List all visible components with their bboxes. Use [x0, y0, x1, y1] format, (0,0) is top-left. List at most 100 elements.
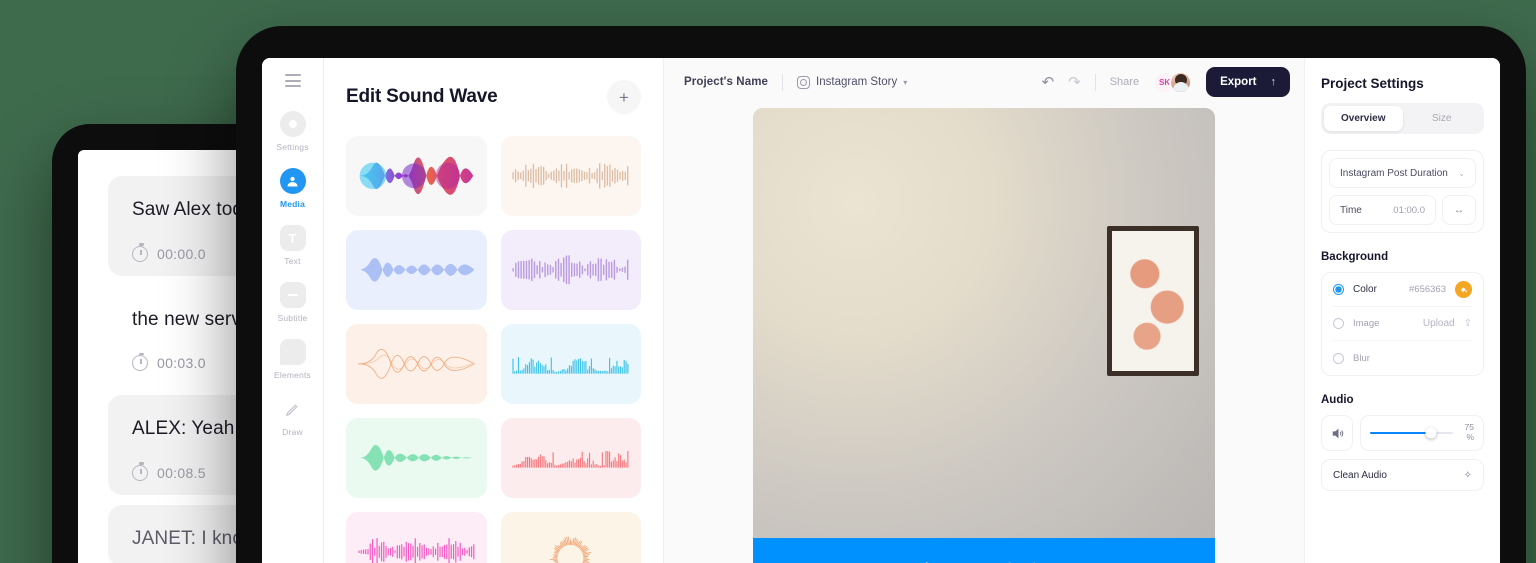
share-label[interactable]: Share — [1110, 76, 1139, 88]
tab-size[interactable]: Size — [1403, 106, 1482, 131]
background-section-title: Background — [1321, 251, 1389, 263]
sidebar-item-settings[interactable]: Settings — [262, 111, 323, 152]
upload-icon[interactable]: ⇪ — [1464, 318, 1472, 329]
option-label: Image — [1353, 318, 1380, 329]
wave-card-cyan-spike[interactable] — [500, 324, 641, 404]
wave-card-orange-circle[interactable] — [500, 512, 641, 563]
volume-row: 75% — [1321, 415, 1484, 451]
slider-knob[interactable] — [1425, 427, 1437, 439]
cyan-spike-wave-icon — [512, 357, 629, 374]
audio-section-title: Audio — [1321, 394, 1354, 406]
wave-grid — [346, 136, 641, 563]
volume-number: 75 — [1464, 422, 1474, 433]
preview-photo — [753, 108, 1215, 538]
sidebar-item-media[interactable]: Media — [262, 168, 323, 209]
chevron-down-icon: ⌄ — [1458, 168, 1465, 178]
background-option-blur[interactable]: Blur — [1333, 341, 1472, 375]
clean-audio-label: Clean Audio — [1333, 469, 1387, 481]
volume-value: 75% — [1461, 422, 1474, 443]
instagram-icon — [797, 75, 811, 89]
speaker-icon[interactable] — [1321, 415, 1353, 451]
white-bars-wave-icon — [925, 562, 1011, 563]
volume-unit: % — [1466, 432, 1474, 442]
volume-slider[interactable]: 75% — [1360, 415, 1484, 451]
sidebar-item-label: Text — [284, 256, 301, 266]
panel-title: Project Settings — [1321, 76, 1424, 91]
start-time: 00:08.5 — [157, 464, 206, 481]
orange-circle-wave-icon — [550, 536, 592, 563]
tab-overview[interactable]: Overview — [1324, 106, 1403, 131]
wave-card-gradient-blob[interactable] — [346, 136, 487, 216]
duration-label: Instagram Post Duration — [1340, 167, 1448, 179]
resize-button[interactable]: ↔ — [1442, 195, 1476, 225]
tan-bars-wave-icon — [512, 163, 629, 189]
orange-line-wave-icon — [358, 349, 475, 379]
time-field[interactable]: Time 01:00.0 — [1329, 195, 1436, 225]
sidebar-item-label: Elements — [273, 370, 312, 380]
preview-stage — [664, 106, 1304, 563]
editor-topbar: Project's Name Instagram Story ▾ ↶ ↷ Sha… — [664, 58, 1304, 106]
undo-button[interactable]: ↶ — [1042, 75, 1055, 90]
tool-rail: Settings Media T Text Subtitle Elements … — [262, 58, 324, 563]
aspect-ratio-label: Instagram Story — [816, 76, 898, 88]
page-title: Edit Sound Wave — [346, 86, 498, 107]
clean-audio-button[interactable]: Clean Audio ✧ — [1321, 459, 1484, 491]
background-options: Color #656363 Image Upload ⇪ Blur — [1321, 272, 1484, 376]
radio-icon[interactable] — [1333, 284, 1344, 295]
divider — [1094, 73, 1096, 91]
canvas-area: Project's Name Instagram Story ▾ ↶ ↷ Sha… — [664, 58, 1304, 563]
upload-icon: ↑ — [1270, 76, 1277, 88]
menu-icon[interactable] — [284, 74, 301, 87]
video-preview[interactable] — [753, 108, 1215, 563]
export-button[interactable]: Export ↑ — [1206, 67, 1290, 97]
red-spike-wave-icon — [512, 451, 629, 468]
wave-card-pink-bars[interactable] — [346, 512, 487, 563]
duration-select[interactable]: Instagram Post Duration ⌄ — [1329, 158, 1476, 188]
color-value: #656363 — [1409, 284, 1446, 295]
audio-waveform-overlay[interactable] — [753, 538, 1215, 563]
background-option-image[interactable]: Image Upload ⇪ — [1333, 307, 1472, 341]
pink-bars-wave-icon — [358, 538, 475, 563]
sidebar-item-text[interactable]: T Text — [262, 225, 323, 266]
redo-button[interactable]: ↷ — [1068, 75, 1081, 90]
sidebar-item-label: Subtitle — [277, 313, 308, 323]
sidebar-item-draw[interactable]: Draw — [262, 396, 323, 437]
color-swatch-button[interactable] — [1455, 281, 1472, 298]
option-label: Blur — [1353, 352, 1370, 364]
time-row: Time 01:00.0 ↔ — [1329, 195, 1476, 225]
add-wave-button[interactable]: + — [607, 80, 641, 114]
pencil-icon — [280, 396, 306, 422]
green-blob-wave-icon — [359, 445, 472, 471]
project-name[interactable]: Project's Name — [684, 76, 768, 88]
radio-icon[interactable] — [1333, 318, 1344, 329]
time-value: 01:00.0 — [1393, 204, 1425, 216]
blue-blob-wave-icon — [358, 258, 475, 282]
upload-label[interactable]: Upload — [1423, 318, 1455, 329]
radio-icon[interactable] — [1333, 352, 1344, 364]
sound-wave-library: Edit Sound Wave + — [324, 58, 664, 563]
purple-bars-wave-icon — [512, 255, 629, 285]
clock-icon — [132, 352, 148, 372]
wave-card-red-spike[interactable] — [500, 418, 641, 498]
aspect-ratio-dropdown[interactable]: Instagram Story ▾ — [797, 75, 908, 89]
wave-card-orange-line[interactable] — [346, 324, 487, 404]
duration-group: Instagram Post Duration ⌄ Time 01:00.0 ↔ — [1321, 150, 1484, 233]
slider-track[interactable] — [1370, 427, 1453, 439]
sidebar-item-elements[interactable]: Elements — [262, 339, 323, 380]
wave-card-green-blob[interactable] — [346, 418, 487, 498]
wall-art — [1107, 226, 1199, 376]
screenshot-stage: Saw Alex today and wanted to ask him abo… — [0, 0, 1536, 563]
sparkle-icon: ✧ — [1463, 469, 1472, 481]
sidebar-item-subtitle[interactable]: Subtitle — [262, 282, 323, 323]
start-time: 00:00.0 — [157, 245, 206, 262]
settings-icon — [279, 111, 306, 137]
wave-card-tan-bars[interactable] — [500, 136, 641, 216]
start-time: 00:03.0 — [157, 355, 206, 372]
wave-card-blue-blob[interactable] — [346, 230, 487, 310]
wave-card-purple-bars[interactable] — [500, 230, 641, 310]
avatar[interactable] — [1169, 70, 1193, 94]
background-option-color[interactable]: Color #656363 — [1333, 273, 1472, 307]
divider — [782, 73, 784, 91]
avatar-group: SK — [1153, 70, 1193, 94]
chevron-down-icon: ▾ — [903, 77, 908, 87]
